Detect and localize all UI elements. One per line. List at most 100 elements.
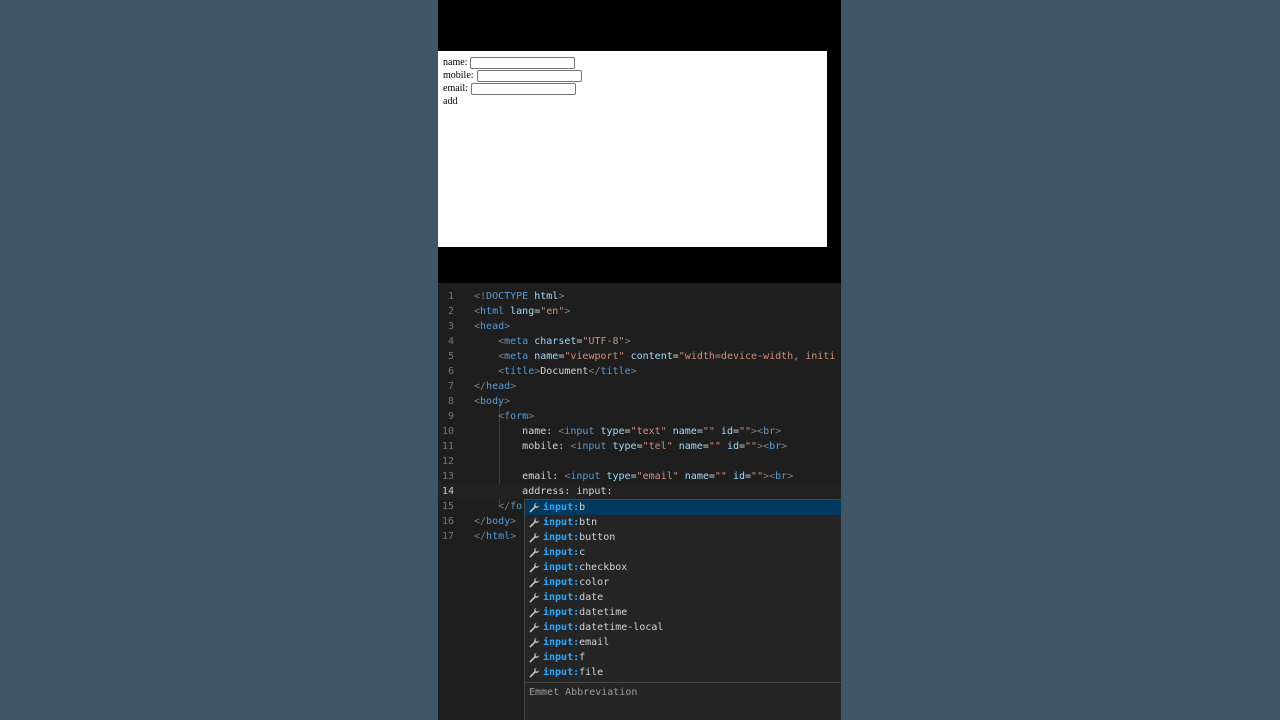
- browser-preview: name: mobile: email: add: [438, 51, 827, 247]
- code-text: </body>: [474, 516, 517, 527]
- code-text: <html lang="en">: [474, 306, 571, 317]
- code-text: email: <input type="email" name="" id=""…: [522, 471, 794, 482]
- code-text: <!DOCTYPE html>: [474, 291, 565, 302]
- line-number: 1: [447, 291, 454, 302]
- code-text: <title>Document</title>: [498, 366, 637, 377]
- suggestion-label: input:file: [543, 667, 604, 678]
- code-line[interactable]: 7 </head>: [438, 379, 841, 394]
- form-row-mobile: mobile:: [443, 69, 582, 82]
- suggestion-item[interactable]: input:checkbox: [525, 560, 841, 575]
- code-text: address: input:: [522, 486, 613, 497]
- code-line[interactable]: 2 <html lang="en">: [438, 304, 841, 319]
- code-line[interactable]: 8 <body>: [438, 394, 841, 409]
- suggestion-label: input:btn: [543, 517, 598, 528]
- wrench-icon: [529, 517, 540, 528]
- suggestion-label: input:datetime-local: [543, 622, 664, 633]
- suggestion-detail-title: Emmet Abbreviation: [529, 687, 638, 698]
- line-number: 13: [441, 471, 454, 482]
- wrench-icon: [529, 637, 540, 648]
- suggestion-label: input:color: [543, 577, 610, 588]
- mobile-input[interactable]: [476, 69, 582, 82]
- code-text: </html>: [474, 531, 517, 542]
- code-text: <form>: [498, 411, 535, 422]
- suggestion-label: input:f: [543, 652, 586, 663]
- code-line[interactable]: 10 name: <input type="text" name="" id="…: [438, 424, 841, 439]
- suggestion-item[interactable]: input:button: [525, 530, 841, 545]
- code-line[interactable]: 4 <meta charset="UTF-8">: [438, 334, 841, 349]
- background-left: [0, 0, 438, 720]
- line-number: 8: [447, 396, 454, 407]
- suggestion-item[interactable]: input:datetime-local: [525, 620, 841, 635]
- suggestion-item[interactable]: input:date: [525, 590, 841, 605]
- line-number: 14: [441, 486, 454, 497]
- suggestion-widget[interactable]: input:b input:btn input:button input:c input…: [524, 499, 841, 720]
- video-frame: name: mobile: email: add 1 <!DOCTYPE html…: [438, 0, 841, 720]
- suggestion-label: input:checkbox: [543, 562, 628, 573]
- wrench-icon: [529, 577, 540, 588]
- code-text: <meta charset="UTF-8">: [498, 336, 631, 347]
- wrench-icon: [529, 652, 540, 663]
- code-text: </fo: [498, 501, 523, 512]
- line-number: 5: [447, 351, 454, 362]
- suggestion-label: input:date: [543, 592, 604, 603]
- wrench-icon: [529, 667, 540, 678]
- code-text: <head>: [474, 321, 511, 332]
- suggestion-item[interactable]: input:color: [525, 575, 841, 590]
- code-editor[interactable]: 1 <!DOCTYPE html> 2 <html lang="en"> 3 <head>…: [438, 283, 841, 720]
- suggestion-item[interactable]: input:email: [525, 635, 841, 650]
- suggestion-label: input:b: [543, 502, 586, 513]
- form-row-email: email:: [443, 82, 582, 95]
- line-number: 15: [441, 501, 454, 512]
- line-number: 3: [447, 321, 454, 332]
- code-line[interactable]: 11 mobile: <input type="tel" name="" id=…: [438, 439, 841, 454]
- code-line[interactable]: 12: [438, 454, 841, 469]
- wrench-icon: [529, 607, 540, 618]
- wrench-icon: [529, 592, 540, 603]
- mobile-label: mobile:: [443, 70, 474, 81]
- line-number: 11: [441, 441, 454, 452]
- suggestion-label: input:c: [543, 547, 586, 558]
- code-line[interactable]: 13 email: <input type="email" name="" id…: [438, 469, 841, 484]
- form-row-add: add: [443, 95, 582, 108]
- preview-form: name: mobile: email: add: [443, 56, 582, 108]
- wrench-icon: [529, 562, 540, 573]
- code-line[interactable]: 9 <form>: [438, 409, 841, 424]
- form-row-name: name:: [443, 56, 582, 69]
- name-input[interactable]: [470, 56, 576, 69]
- wrench-icon: [529, 532, 540, 543]
- wrench-icon: [529, 502, 540, 513]
- code-text: mobile: <input type="tel" name="" id="">…: [522, 441, 788, 452]
- suggestion-item[interactable]: input:file: [525, 665, 841, 680]
- code-line[interactable]: 6 <title>Document</title>: [438, 364, 841, 379]
- suggestion-detail: Emmet Abbreviation: [525, 682, 841, 720]
- name-label: name:: [443, 57, 468, 68]
- code-text: <meta name="viewport" content="width=dev…: [498, 351, 836, 362]
- code-line[interactable]: 14 address: input:: [438, 484, 841, 499]
- background-right: [841, 0, 1280, 720]
- line-number: 16: [441, 516, 454, 527]
- line-number: 12: [441, 456, 454, 467]
- suggestion-item[interactable]: input:b: [525, 500, 841, 515]
- suggestion-item[interactable]: input:datetime: [525, 605, 841, 620]
- suggestion-item[interactable]: input:c: [525, 545, 841, 560]
- suggestion-item[interactable]: input:f: [525, 650, 841, 665]
- line-number: 17: [441, 531, 454, 542]
- suggestion-item[interactable]: input:btn: [525, 515, 841, 530]
- line-number: 7: [447, 381, 454, 392]
- wrench-icon: [529, 547, 540, 558]
- add-text: add: [443, 96, 458, 107]
- line-number: 4: [447, 336, 454, 347]
- line-number: 6: [447, 366, 454, 377]
- code-line[interactable]: 1 <!DOCTYPE html>: [438, 289, 841, 304]
- line-number: 10: [441, 426, 454, 437]
- suggestion-label: input:button: [543, 532, 616, 543]
- code-line[interactable]: 3 <head>: [438, 319, 841, 334]
- suggestion-label: input:email: [543, 637, 610, 648]
- suggestion-label: input:datetime: [543, 607, 628, 618]
- code-text: </head>: [474, 381, 517, 392]
- code-line[interactable]: 5 <meta name="viewport" content="width=d…: [438, 349, 841, 364]
- email-label: email:: [443, 83, 468, 94]
- code-text: <body>: [474, 396, 511, 407]
- email-input[interactable]: [471, 82, 576, 95]
- line-number: 2: [447, 306, 454, 317]
